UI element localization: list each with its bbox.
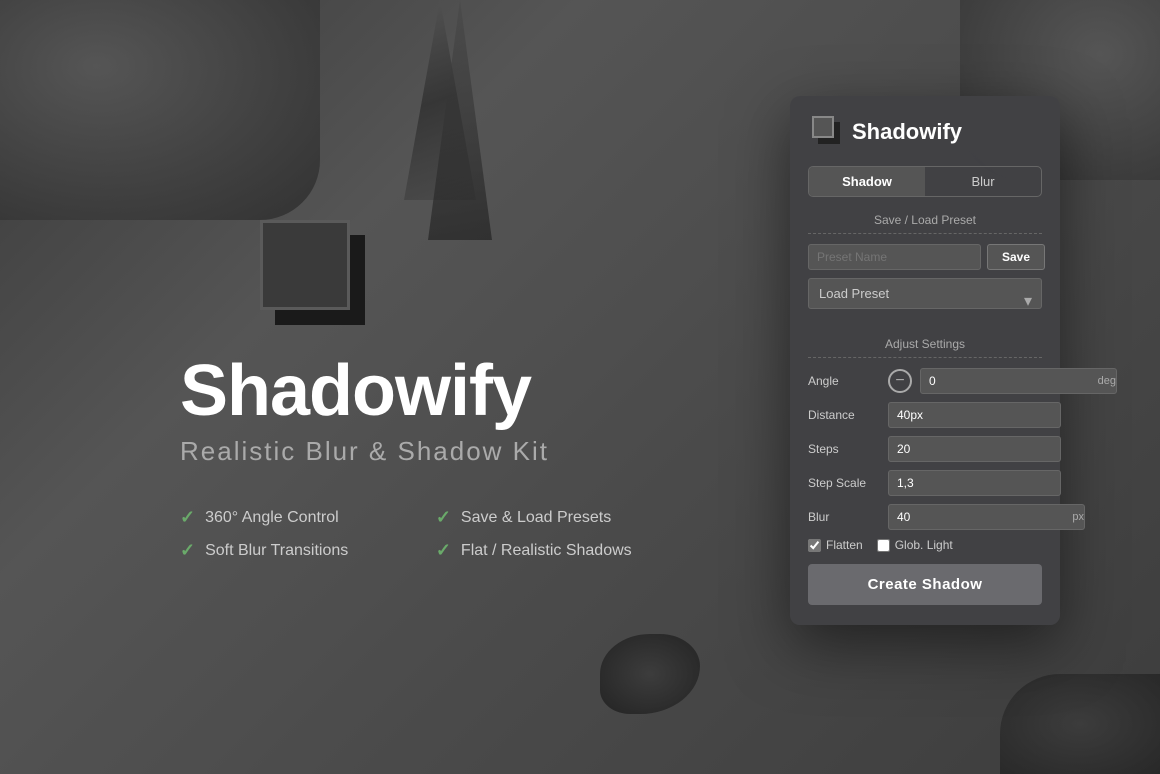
panel-title: Shadowify bbox=[852, 119, 962, 145]
distance-input[interactable] bbox=[888, 402, 1061, 428]
panel-header: Shadowify bbox=[808, 116, 1042, 148]
load-preset-wrapper: Load Preset bbox=[808, 278, 1042, 323]
glob-light-label: Glob. Light bbox=[895, 538, 953, 552]
glob-light-checkbox-item[interactable]: Glob. Light bbox=[877, 538, 953, 552]
angle-field-row: Angle − deg bbox=[808, 368, 1042, 394]
feature-label-3: Soft Blur Transitions bbox=[205, 542, 348, 560]
save-load-label: Save / Load Preset bbox=[808, 213, 1042, 227]
divider-1 bbox=[808, 233, 1042, 234]
check-icon-1: ✓ bbox=[180, 507, 195, 528]
features-list: ✓ 360° Angle Control ✓ Save & Load Prese… bbox=[180, 507, 632, 561]
angle-input[interactable] bbox=[921, 369, 1092, 393]
flatten-checkbox-item[interactable]: Flatten bbox=[808, 538, 863, 552]
blur-unit: px bbox=[1060, 511, 1084, 523]
save-button[interactable]: Save bbox=[987, 244, 1045, 270]
check-icon-4: ✓ bbox=[436, 540, 451, 561]
angle-input-wrap: deg bbox=[920, 368, 1117, 394]
logo-square bbox=[260, 220, 350, 310]
angle-label: Angle bbox=[808, 374, 880, 388]
steps-label: Steps bbox=[808, 442, 880, 456]
app-logo-large bbox=[240, 220, 370, 340]
angle-unit: deg bbox=[1092, 375, 1116, 387]
tab-shadow[interactable]: Shadow bbox=[809, 167, 925, 196]
left-content: Shadowify Realistic Blur & Shadow Kit ✓ … bbox=[160, 220, 632, 561]
check-icon-2: ✓ bbox=[436, 507, 451, 528]
app-subtitle: Realistic Blur & Shadow Kit bbox=[180, 436, 632, 467]
feature-label-1: 360° Angle Control bbox=[205, 509, 339, 527]
feature-item: ✓ 360° Angle Control bbox=[180, 507, 376, 528]
flatten-label: Flatten bbox=[826, 538, 863, 552]
tab-bar: Shadow Blur bbox=[808, 166, 1042, 197]
blur-input[interactable] bbox=[889, 505, 1060, 529]
feature-item: ✓ Save & Load Presets bbox=[436, 507, 632, 528]
shadowify-panel: Shadowify Shadow Blur Save / Load Preset… bbox=[790, 96, 1060, 625]
panel-logo-square bbox=[812, 116, 834, 138]
glob-light-checkbox[interactable] bbox=[877, 539, 890, 552]
feature-item: ✓ Soft Blur Transitions bbox=[180, 540, 376, 561]
flatten-checkbox[interactable] bbox=[808, 539, 821, 552]
preset-row: Save bbox=[808, 244, 1042, 270]
angle-minus-icon[interactable]: − bbox=[888, 369, 912, 393]
steps-field-row: Steps bbox=[808, 436, 1042, 462]
adjust-settings-label: Adjust Settings bbox=[808, 337, 1042, 351]
panel-logo-icon bbox=[808, 116, 840, 148]
load-preset-select[interactable]: Load Preset bbox=[808, 278, 1042, 309]
deco-camera bbox=[0, 0, 320, 220]
step-scale-field-row: Step Scale bbox=[808, 470, 1042, 496]
distance-field-row: Distance bbox=[808, 402, 1042, 428]
blur-label: Blur bbox=[808, 510, 880, 524]
create-shadow-button[interactable]: Create Shadow bbox=[808, 564, 1042, 605]
distance-label: Distance bbox=[808, 408, 880, 422]
step-scale-label: Step Scale bbox=[808, 476, 880, 490]
divider-2 bbox=[808, 357, 1042, 358]
tab-blur[interactable]: Blur bbox=[925, 167, 1041, 196]
check-icon-3: ✓ bbox=[180, 540, 195, 561]
app-title-large: Shadowify bbox=[180, 350, 632, 432]
steps-input[interactable] bbox=[888, 436, 1061, 462]
feature-label-2: Save & Load Presets bbox=[461, 509, 611, 527]
feature-item: ✓ Flat / Realistic Shadows bbox=[436, 540, 632, 561]
deco-bottom-right bbox=[1000, 674, 1160, 774]
step-scale-input[interactable] bbox=[888, 470, 1061, 496]
blur-field-row: Blur px bbox=[808, 504, 1042, 530]
checkboxes-row: Flatten Glob. Light bbox=[808, 538, 1042, 552]
preset-name-input[interactable] bbox=[808, 244, 981, 270]
blur-input-wrap: px bbox=[888, 504, 1085, 530]
feature-label-4: Flat / Realistic Shadows bbox=[461, 542, 632, 560]
